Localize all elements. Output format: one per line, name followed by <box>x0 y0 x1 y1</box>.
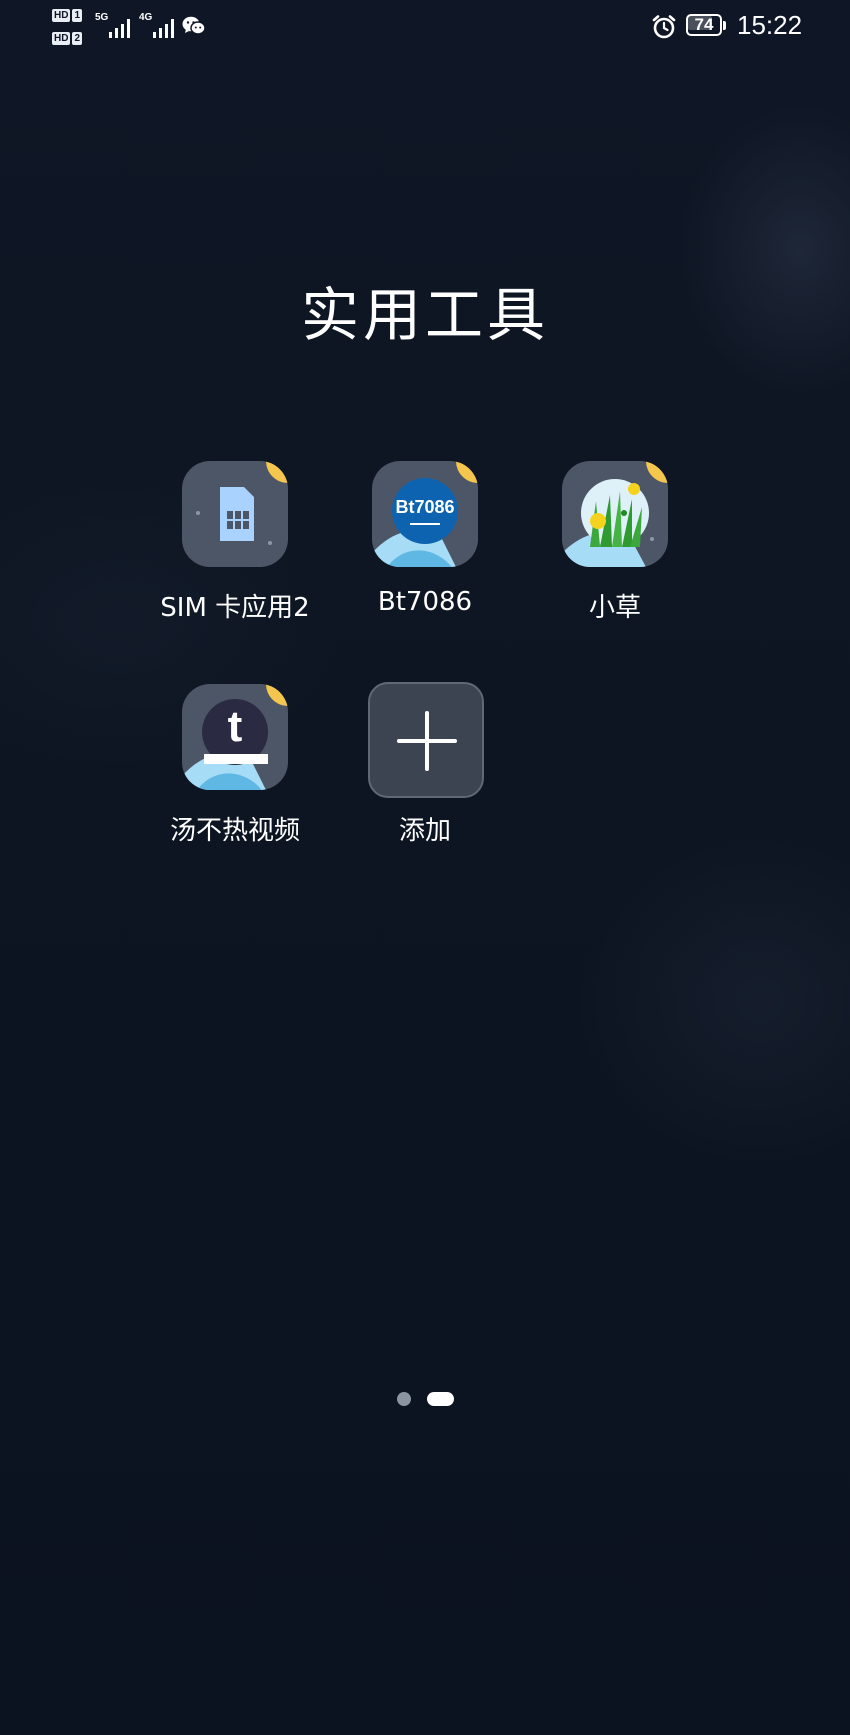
sim1-hd-badge: HD 1 <box>52 7 88 23</box>
plus-icon[interactable] <box>368 682 484 798</box>
status-time: 15:22 <box>737 10 803 40</box>
signal1-bars <box>109 16 135 38</box>
bt7086-logo-text: Bt7086 <box>395 497 455 517</box>
sim2-hd-text: HD <box>52 31 71 45</box>
app-label: SIM 卡应用2 <box>160 593 310 623</box>
sim1-slot-text: 1 <box>72 8 83 22</box>
status-bar: HD 1 HD 2 5G 4G 74 15:22 <box>0 0 850 56</box>
alarm-clock-icon <box>652 15 676 39</box>
signal1-tech: 5G <box>95 12 109 23</box>
folder-title[interactable]: 实用工具 <box>0 268 850 352</box>
bt7086-underline <box>410 523 440 525</box>
bt7086-logo-icon[interactable]: Bt7086 <box>372 461 478 567</box>
sim-indicators: HD 1 HD 2 <box>52 7 88 47</box>
app-label: Bt7086 <box>377 587 473 617</box>
sim2-slot-text: 2 <box>72 31 83 45</box>
signal2-tech: 4G <box>139 12 153 23</box>
app-label: 小草 <box>588 593 641 623</box>
tumblr-t-letter: t <box>227 702 243 751</box>
battery-cap <box>723 21 726 30</box>
app-sim-card-2[interactable]: SIM 卡应用2 <box>140 461 330 641</box>
page-dot-1[interactable] <box>397 1392 411 1406</box>
app-tangburevideo[interactable]: t 汤不热视频 <box>140 684 330 864</box>
grass-icon[interactable] <box>562 461 668 567</box>
sim1-hd-text: HD <box>52 8 71 22</box>
sim-card-icon[interactable] <box>182 461 288 567</box>
battery-percent: 74 <box>694 15 714 34</box>
add-label: 添加 <box>398 816 451 846</box>
add-app-button[interactable]: 添加 <box>326 682 516 864</box>
signal2-bars <box>153 16 179 38</box>
app-bt7086[interactable]: Bt7086 Bt7086 <box>330 461 520 641</box>
app-xiaocao[interactable]: 小草 <box>520 461 710 641</box>
tumblr-t-icon[interactable]: t <box>182 684 288 790</box>
sim2-hd-badge: HD 2 <box>52 30 88 46</box>
page-indicator <box>395 1392 455 1406</box>
page-dot-2-active[interactable] <box>427 1392 454 1406</box>
app-label: 汤不热视频 <box>169 816 300 846</box>
battery-indicator: 74 <box>686 14 728 38</box>
wechat-icon <box>182 16 206 35</box>
signal-sim1-icon: 5G <box>95 12 137 38</box>
signal-sim2-icon: 4G <box>139 12 181 38</box>
